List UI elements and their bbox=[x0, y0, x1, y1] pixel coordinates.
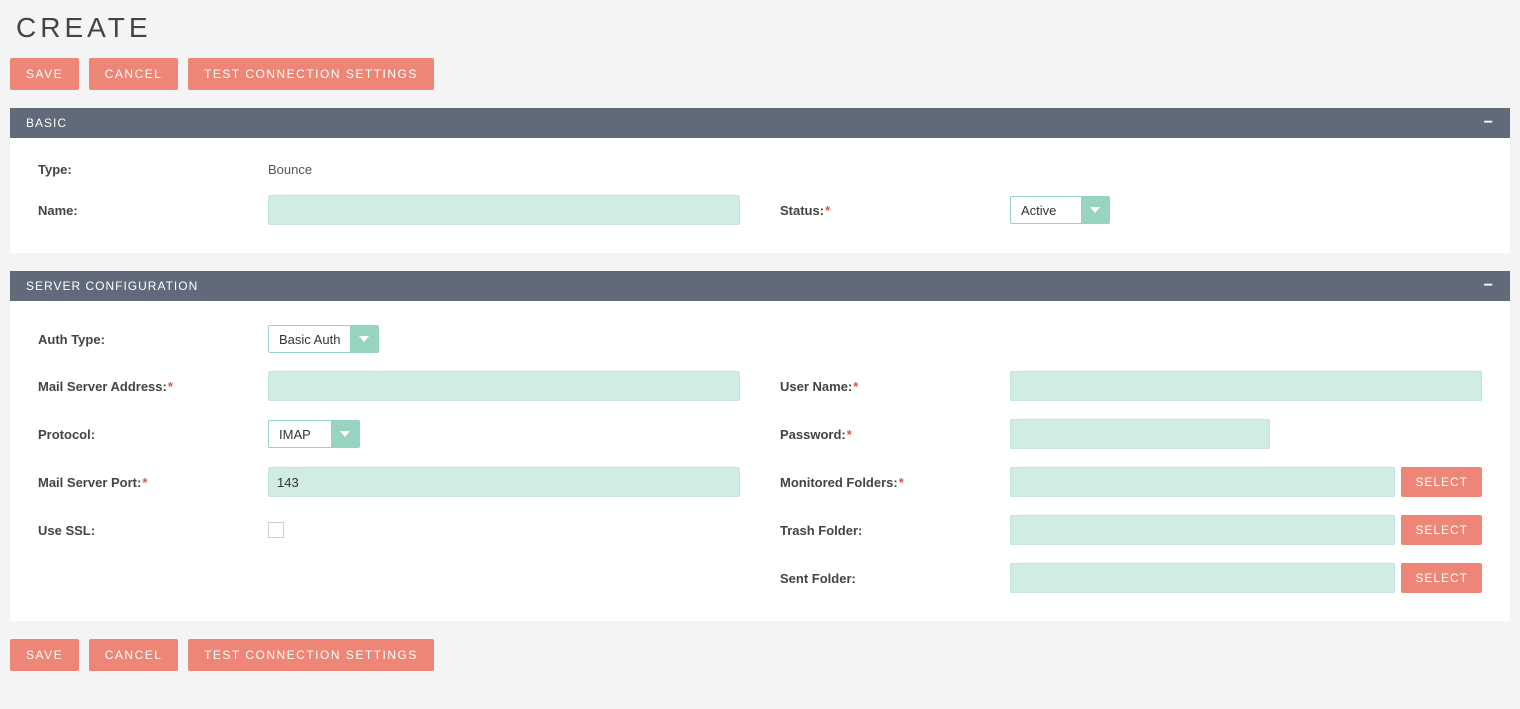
bottom-button-row: SAVE CANCEL TEST CONNECTION SETTINGS bbox=[10, 639, 1510, 671]
sent-folder-input[interactable] bbox=[1010, 563, 1395, 593]
type-label: Type: bbox=[38, 162, 268, 177]
mail-server-port-input[interactable] bbox=[268, 467, 740, 497]
password-label: Password:* bbox=[780, 427, 1010, 442]
use-ssl-label: Use SSL: bbox=[38, 523, 268, 538]
trash-folder-input[interactable] bbox=[1010, 515, 1395, 545]
minus-icon[interactable]: − bbox=[1484, 117, 1494, 129]
name-label: Name: bbox=[38, 203, 268, 218]
test-connection-button-bottom[interactable]: TEST CONNECTION SETTINGS bbox=[188, 639, 434, 671]
protocol-label: Protocol: bbox=[38, 427, 268, 442]
cancel-button-bottom[interactable]: CANCEL bbox=[89, 639, 179, 671]
page-title: CREATE bbox=[16, 12, 1510, 44]
save-button-bottom[interactable]: SAVE bbox=[10, 639, 79, 671]
cancel-button[interactable]: CANCEL bbox=[89, 58, 179, 90]
user-name-label: User Name:* bbox=[780, 379, 1010, 394]
basic-panel: BASIC − Type: Bounce Name: Status:* bbox=[10, 108, 1510, 253]
chevron-down-icon bbox=[331, 421, 359, 447]
mail-server-port-label: Mail Server Port:* bbox=[38, 475, 268, 490]
chevron-down-icon bbox=[350, 326, 378, 352]
mail-server-address-input[interactable] bbox=[268, 371, 740, 401]
test-connection-button[interactable]: TEST CONNECTION SETTINGS bbox=[188, 58, 434, 90]
trash-folder-select-button[interactable]: SELECT bbox=[1401, 515, 1482, 545]
auth-type-select[interactable]: Basic Auth bbox=[268, 325, 379, 353]
status-select-value: Active bbox=[1011, 197, 1081, 223]
monitored-folders-select-button[interactable]: SELECT bbox=[1401, 467, 1482, 497]
use-ssl-checkbox[interactable] bbox=[268, 522, 284, 538]
protocol-select-value: IMAP bbox=[269, 421, 331, 447]
monitored-folders-input[interactable] bbox=[1010, 467, 1395, 497]
server-config-panel: SERVER CONFIGURATION − Auth Type: Basic … bbox=[10, 271, 1510, 621]
sent-folder-label: Sent Folder: bbox=[780, 571, 1010, 586]
name-input[interactable] bbox=[268, 195, 740, 225]
minus-icon[interactable]: − bbox=[1484, 280, 1494, 292]
server-config-panel-header[interactable]: SERVER CONFIGURATION − bbox=[10, 271, 1510, 301]
top-button-row: SAVE CANCEL TEST CONNECTION SETTINGS bbox=[10, 58, 1510, 90]
basic-panel-header[interactable]: BASIC − bbox=[10, 108, 1510, 138]
protocol-select[interactable]: IMAP bbox=[268, 420, 360, 448]
auth-type-select-value: Basic Auth bbox=[269, 326, 350, 352]
chevron-down-icon bbox=[1081, 197, 1109, 223]
type-value: Bounce bbox=[268, 162, 312, 177]
status-select[interactable]: Active bbox=[1010, 196, 1110, 224]
basic-panel-title: BASIC bbox=[26, 116, 67, 130]
save-button[interactable]: SAVE bbox=[10, 58, 79, 90]
monitored-folders-label: Monitored Folders:* bbox=[780, 475, 1010, 490]
mail-server-address-label: Mail Server Address:* bbox=[38, 379, 268, 394]
server-config-panel-title: SERVER CONFIGURATION bbox=[26, 279, 198, 293]
sent-folder-select-button[interactable]: SELECT bbox=[1401, 563, 1482, 593]
auth-type-label: Auth Type: bbox=[38, 332, 268, 347]
status-label: Status:* bbox=[780, 203, 1010, 218]
password-input[interactable] bbox=[1010, 419, 1270, 449]
trash-folder-label: Trash Folder: bbox=[780, 523, 1010, 538]
user-name-input[interactable] bbox=[1010, 371, 1482, 401]
